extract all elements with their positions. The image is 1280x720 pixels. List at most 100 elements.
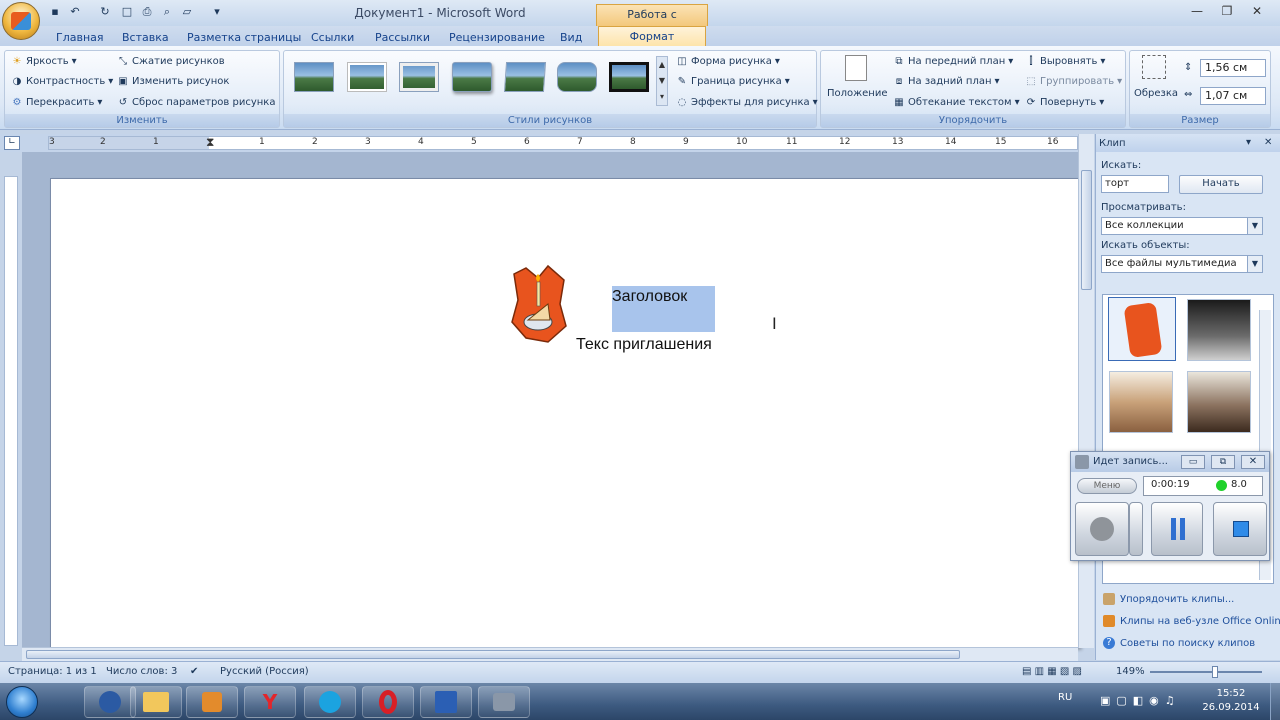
opera-icon[interactable] bbox=[362, 686, 414, 718]
zoom-slider[interactable] bbox=[1150, 671, 1262, 673]
rotate-button[interactable]: ⟳ Повернуть ▾ bbox=[1025, 96, 1104, 110]
pane-close-icon[interactable]: ✕ bbox=[1264, 137, 1272, 148]
brightness-button[interactable]: ☀ Яркость ▾ bbox=[11, 55, 77, 69]
dell-app-icon[interactable] bbox=[84, 686, 136, 718]
language[interactable]: Русский (Россия) bbox=[220, 662, 309, 682]
qat-customize-icon[interactable]: ▾ bbox=[210, 5, 224, 19]
vertical-scrollbar[interactable] bbox=[1078, 134, 1094, 648]
search-go-button[interactable]: Начать bbox=[1179, 175, 1263, 194]
search-tips-link[interactable]: ? Советы по поиску клипов bbox=[1103, 637, 1255, 649]
minimize-button[interactable]: — bbox=[1184, 2, 1210, 20]
picture-border-button[interactable]: ✎ Граница рисунка ▾ bbox=[676, 75, 790, 89]
picture-shape-button[interactable]: ◫ Форма рисунка ▾ bbox=[676, 55, 780, 69]
media-player-icon[interactable] bbox=[186, 686, 238, 718]
styles-gallery-scroll[interactable]: ▲ ▼ ▾ bbox=[656, 56, 668, 106]
chevron-down-icon[interactable]: ▼ bbox=[1247, 218, 1262, 234]
organize-clips-link[interactable]: Упорядочить клипы... bbox=[1103, 593, 1234, 605]
picture-effects-button[interactable]: ◌ Эффекты для рисунка ▾ bbox=[676, 96, 818, 110]
page[interactable] bbox=[50, 178, 1080, 648]
open-icon[interactable]: ▱ bbox=[180, 5, 194, 19]
skype-icon[interactable] bbox=[304, 686, 356, 718]
word-count[interactable]: Число слов: 3 bbox=[106, 662, 177, 682]
zoom-level[interactable]: 149% bbox=[1116, 662, 1145, 682]
tab-format[interactable]: Формат bbox=[598, 26, 706, 47]
group-button[interactable]: ⬚ Группировать ▾ bbox=[1025, 75, 1122, 89]
office-online-link[interactable]: Клипы на веб-узле Office Online bbox=[1103, 615, 1280, 627]
pane-menu-icon[interactable]: ▾ bbox=[1246, 137, 1251, 148]
vertical-ruler[interactable] bbox=[4, 176, 18, 646]
contrast-button[interactable]: ◑ Контрастность ▾ bbox=[11, 75, 114, 89]
record-options-button[interactable] bbox=[1129, 502, 1143, 556]
save-icon[interactable]: ▪ bbox=[48, 5, 62, 19]
compress-button[interactable]: ⤡ Сжатие рисунков bbox=[117, 55, 225, 69]
new-doc-icon[interactable]: □ bbox=[120, 5, 134, 19]
style-thumb-1[interactable] bbox=[294, 62, 334, 92]
chevron-down-icon[interactable]: ▼ bbox=[1247, 256, 1262, 272]
tab-mailings[interactable]: Рассылки bbox=[369, 29, 436, 46]
change-picture-button[interactable]: ▣ Изменить рисунок bbox=[117, 75, 229, 89]
crop-button[interactable]: Обрезка bbox=[1134, 87, 1178, 101]
redo-icon[interactable]: ↻ bbox=[98, 5, 112, 19]
preview-icon[interactable]: ⌕ bbox=[160, 5, 174, 19]
yandex-browser-icon[interactable]: Y bbox=[244, 686, 296, 718]
send-back-button[interactable]: ⧈ На задний план ▾ bbox=[893, 75, 1000, 89]
height-input[interactable]: 1,56 см bbox=[1200, 59, 1266, 77]
tab-view[interactable]: Вид bbox=[554, 29, 588, 46]
zoom-slider-thumb[interactable] bbox=[1212, 666, 1218, 678]
record-button[interactable] bbox=[1075, 502, 1129, 556]
start-button[interactable] bbox=[6, 686, 38, 718]
tray-icons[interactable]: ▣▢◧◉♫ bbox=[1100, 694, 1181, 707]
style-thumb-5[interactable] bbox=[503, 62, 547, 92]
view-buttons[interactable]: ▤ ▥ ▦ ▧ ▨ bbox=[1022, 662, 1082, 682]
clip-candle-photo[interactable] bbox=[1187, 299, 1251, 361]
recorder-minimize-button[interactable]: ▭ bbox=[1181, 455, 1205, 469]
tab-insert[interactable]: Вставка bbox=[116, 29, 175, 46]
recorder-taskbar-icon[interactable] bbox=[478, 686, 530, 718]
page-count[interactable]: Страница: 1 из 1 bbox=[8, 662, 97, 682]
style-thumb-4[interactable] bbox=[452, 62, 492, 92]
close-button[interactable]: ✕ bbox=[1244, 2, 1270, 20]
style-thumb-7[interactable] bbox=[609, 62, 649, 92]
clock[interactable]: 15:52 26.09.2014 bbox=[1196, 687, 1266, 715]
word-icon[interactable] bbox=[420, 686, 472, 718]
recorder-close-button[interactable]: ✕ bbox=[1241, 455, 1265, 469]
invitation-text[interactable]: Текс приглашения bbox=[576, 336, 712, 354]
undo-icon[interactable]: ↶ bbox=[68, 5, 82, 19]
recorder-maximize-button[interactable]: ⧉ bbox=[1211, 455, 1235, 469]
style-thumb-3[interactable] bbox=[399, 62, 439, 92]
recolor-button[interactable]: ⚙ Перекрасить ▾ bbox=[11, 96, 103, 110]
restore-button[interactable]: ❐ bbox=[1214, 2, 1240, 20]
position-button[interactable]: Положение bbox=[827, 87, 888, 101]
spellcheck-icon[interactable]: ✔ bbox=[190, 662, 198, 682]
collection-select[interactable]: Все коллекции bbox=[1101, 217, 1263, 235]
media-type-select[interactable]: Все файлы мультимедиа bbox=[1101, 255, 1263, 273]
tab-review[interactable]: Рецензирование bbox=[443, 29, 551, 46]
stop-button[interactable] bbox=[1213, 502, 1267, 556]
bring-front-button[interactable]: ⧉ На передний план ▾ bbox=[893, 55, 1013, 69]
search-input[interactable]: торт bbox=[1101, 175, 1169, 193]
show-desktop-button[interactable] bbox=[1270, 683, 1280, 720]
tab-selector[interactable]: ∟ bbox=[4, 136, 20, 150]
clip-cake-photo-1[interactable] bbox=[1109, 371, 1173, 433]
clip-cake-photo-2[interactable] bbox=[1187, 371, 1251, 433]
indent-marker[interactable]: ⧗ bbox=[206, 135, 214, 150]
folder-icon[interactable] bbox=[130, 686, 182, 718]
align-button[interactable]: ⫿ Выровнять ▾ bbox=[1025, 55, 1105, 69]
tab-page-layout[interactable]: Разметка страницы bbox=[181, 29, 307, 46]
style-thumb-2[interactable] bbox=[347, 62, 387, 92]
office-button[interactable] bbox=[2, 2, 40, 40]
cake-clipart[interactable] bbox=[508, 264, 568, 344]
width-input[interactable]: 1,07 см bbox=[1200, 87, 1266, 105]
horizontal-ruler[interactable]: 3 2 1 ⧗ 1 2 3 4 5 6 7 8 9 10 11 12 13 14… bbox=[48, 135, 1078, 150]
scroll-thumb[interactable] bbox=[1081, 170, 1092, 290]
tab-references[interactable]: Ссылки bbox=[305, 29, 360, 46]
keyboard-language[interactable]: RU bbox=[1058, 692, 1072, 703]
tab-home[interactable]: Главная bbox=[50, 29, 110, 46]
text-wrap-button[interactable]: ▦ Обтекание текстом ▾ bbox=[893, 96, 1019, 110]
horizontal-scrollbar[interactable] bbox=[22, 647, 1078, 661]
recorder-menu-button[interactable]: Меню bbox=[1077, 478, 1137, 494]
print-icon[interactable]: ⎙ bbox=[140, 5, 154, 19]
heading-text[interactable]: Заголовок bbox=[612, 286, 715, 332]
pause-button[interactable] bbox=[1151, 502, 1203, 556]
reset-picture-button[interactable]: ↺ Сброс параметров рисунка bbox=[117, 96, 276, 110]
